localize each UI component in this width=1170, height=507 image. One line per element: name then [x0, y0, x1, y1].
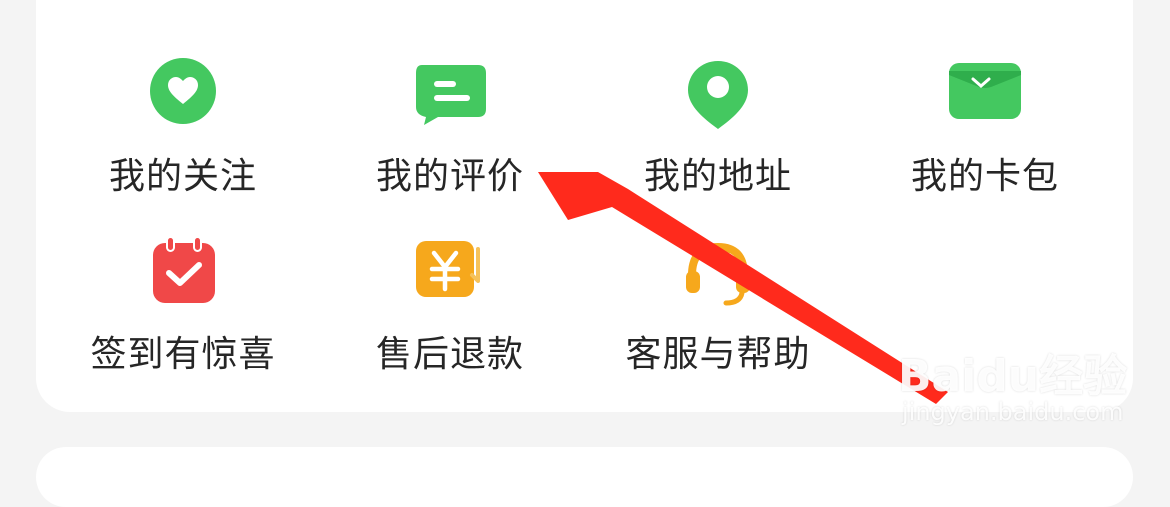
- grid-item-customer-service[interactable]: 客服与帮助: [598, 235, 838, 385]
- next-card: [36, 447, 1133, 507]
- watermark-url: jingyan.baidu.com: [902, 398, 1124, 426]
- location-pin-icon: [678, 57, 758, 137]
- heart-icon: [143, 57, 223, 137]
- grid-item-label: 我的评价: [375, 156, 524, 197]
- grid-item-label: 客服与帮助: [625, 334, 811, 375]
- grid-item-label: 签到有惊喜: [90, 334, 276, 375]
- watermark-logo: Baidu经验: [898, 351, 1128, 402]
- wallet-icon: [945, 57, 1025, 137]
- calendar-check-icon: [143, 235, 223, 315]
- grid-item-label: 售后退款: [375, 334, 524, 375]
- grid-item-refund[interactable]: 售后退款: [330, 235, 570, 385]
- comment-icon: [410, 57, 490, 137]
- grid-item-reviews[interactable]: 我的评价: [330, 57, 570, 207]
- grid-item-checkin[interactable]: 签到有惊喜: [63, 235, 303, 385]
- headset-icon: [678, 235, 758, 315]
- grid-item-follow[interactable]: 我的关注: [63, 57, 303, 207]
- grid-item-label: 我的关注: [108, 156, 257, 197]
- grid-item-label: 我的地址: [643, 156, 792, 197]
- grid-item-label: 我的卡包: [910, 156, 1059, 197]
- yen-refund-icon: [410, 235, 490, 315]
- grid-item-card-wallet[interactable]: 我的卡包: [865, 57, 1105, 207]
- grid-item-address[interactable]: 我的地址: [598, 57, 838, 207]
